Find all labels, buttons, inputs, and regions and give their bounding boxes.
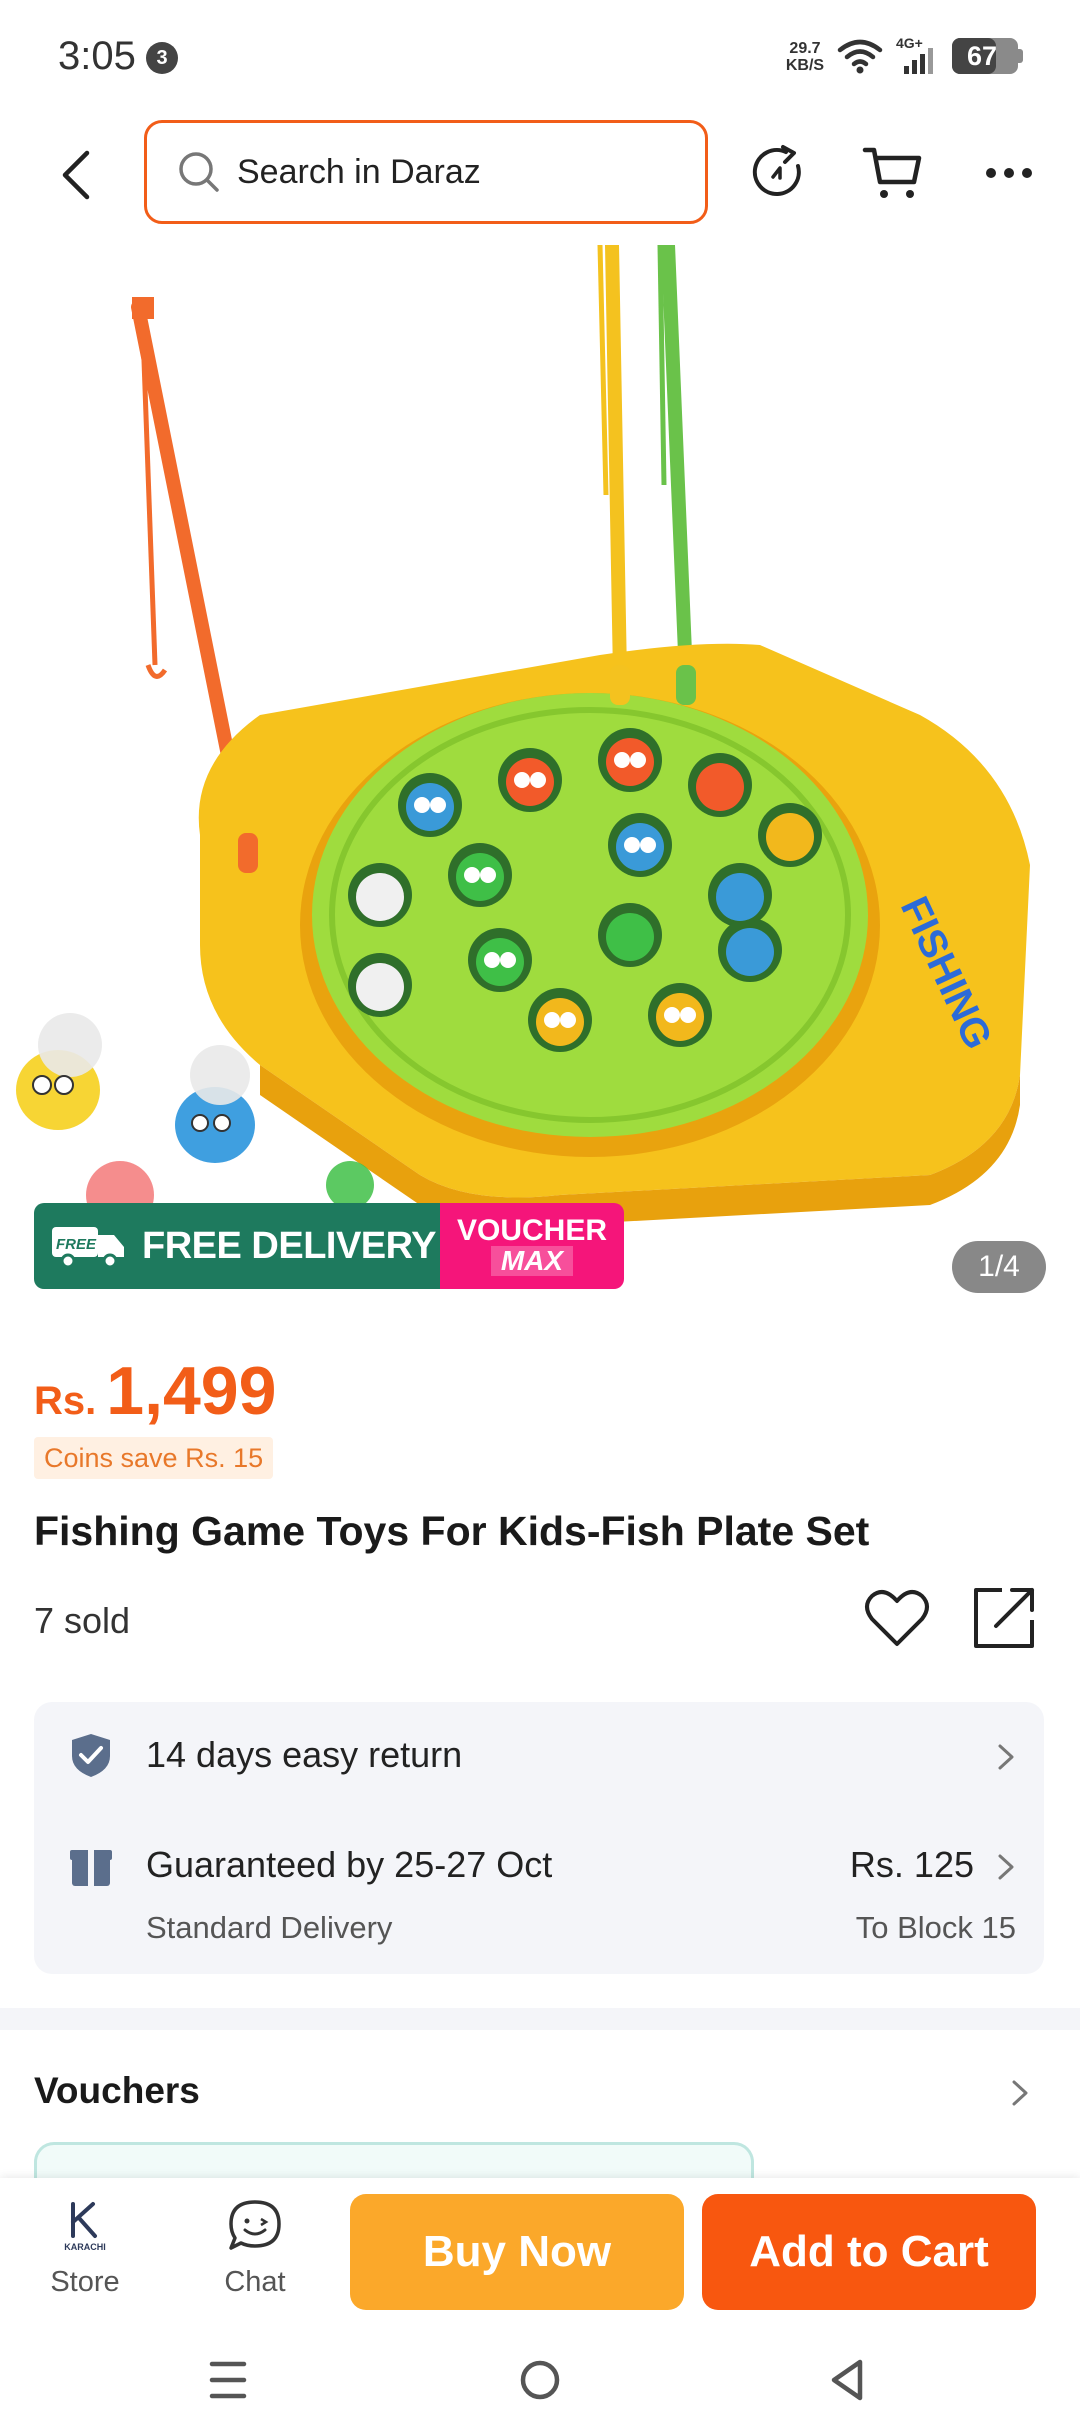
voucher-max-badge: VOUCHER MAX <box>440 1203 624 1289</box>
battery-indicator: 67 <box>952 38 1018 74</box>
voucher-max-line2: MAX <box>490 1246 574 1276</box>
delivery-info-card: 14 days easy return Guaranteed by 25-27 … <box>34 1702 1044 1974</box>
chevron-right-icon[interactable] <box>1010 2078 1030 2108</box>
battery-level: 67 <box>966 41 998 71</box>
recent-apps-icon[interactable] <box>198 2352 258 2408</box>
chevron-right-icon <box>998 1744 1014 1770</box>
return-policy-text: 14 days easy return <box>146 1734 463 1775</box>
return-policy-row[interactable]: 14 days easy return <box>34 1702 1044 1812</box>
green-rod-base <box>676 665 696 705</box>
price-currency: Rs. <box>34 1379 97 1423</box>
image-counter: 1/4 <box>952 1241 1046 1293</box>
free-tag: FREE <box>56 1236 97 1253</box>
store-label: Store <box>50 2266 120 2298</box>
shield-check-icon <box>72 1734 110 1777</box>
free-delivery-badge: FREE FREE DELIVERY <box>34 1203 440 1289</box>
history-button[interactable] <box>744 138 814 208</box>
cellular-signal-icon: 4G+ <box>896 35 942 81</box>
bottom-action-bar: KARACHI Store Chat Buy Now Add to Cart <box>0 2178 1080 2324</box>
product-image-carousel[interactable]: FISHING FREE FREE DELIVERY VOUCHER MAX 1… <box>0 245 1080 1323</box>
share-button[interactable] <box>972 1584 1038 1650</box>
battery-tip <box>1018 49 1023 63</box>
shopping-cart-icon <box>862 147 922 198</box>
network-speed-value: 29.7 <box>789 40 821 57</box>
search-input[interactable]: Search in Daraz <box>144 120 708 224</box>
network-speed: 29.7 KB/S <box>780 40 830 74</box>
network-speed-unit: KB/S <box>785 57 825 74</box>
back-button[interactable] <box>46 140 106 210</box>
shipping-fee: Rs. 125 <box>849 1844 974 1885</box>
coins-save-tag: Coins save Rs. 15 <box>34 1437 274 1479</box>
home-icon[interactable] <box>510 2352 570 2408</box>
wishlist-button[interactable] <box>864 1588 930 1650</box>
add-to-cart-button[interactable]: Add to Cart <box>702 2194 1036 2310</box>
price-value: 1,499 <box>106 1353 277 1429</box>
chevron-right-icon <box>998 1854 1014 1880</box>
heart-icon <box>865 1590 929 1646</box>
yellow-rod-base <box>610 665 630 705</box>
search-icon <box>177 150 221 194</box>
price: Rs. 1,499 <box>34 1352 276 1430</box>
search-placeholder: Search in Daraz <box>237 152 481 191</box>
product-image: FISHING <box>16 245 1030 1229</box>
product-title: Fishing Game Toys For Kids-Fish Plate Se… <box>34 1508 870 1554</box>
notification-count-badge: 3 <box>146 42 178 74</box>
chat-button[interactable]: Chat <box>200 2196 310 2316</box>
vouchers-section-title[interactable]: Vouchers <box>34 2070 200 2112</box>
delivery-type-text: Standard Delivery <box>146 1910 393 1945</box>
status-time: 3:05 <box>58 34 136 78</box>
store-button[interactable]: KARACHI Store <box>30 2196 140 2316</box>
chat-bubble-icon <box>229 2200 281 2250</box>
shipping-destination: To Block 15 <box>855 1910 1016 1945</box>
status-bar: 3:05 3 29.7 KB/S 4G+ 67 <box>0 0 1080 110</box>
voucher-max-line1: VOUCHER <box>456 1214 607 1247</box>
top-app-bar: Search in Daraz <box>0 110 1080 240</box>
promo-badges: FREE FREE DELIVERY VOUCHER MAX <box>34 1203 624 1289</box>
share-icon <box>974 1588 1034 1648</box>
store-logo-icon: KARACHI <box>64 2202 106 2252</box>
more-options-button[interactable] <box>974 138 1044 208</box>
more-dots-icon <box>986 168 1032 178</box>
green-fishing-rod <box>657 245 693 684</box>
gift-box-icon <box>70 1850 112 1886</box>
free-delivery-label: FREE DELIVERY <box>142 1224 437 1267</box>
orange-rod-base <box>238 833 258 873</box>
refresh-history-icon <box>752 145 801 196</box>
yellow-fishing-rod <box>597 245 627 682</box>
store-logo-text: KARACHI <box>64 2242 106 2252</box>
system-navigation-bar <box>0 2324 1080 2436</box>
sold-count: 7 sold <box>34 1600 131 1641</box>
delivery-row[interactable] <box>34 1812 1044 1974</box>
chevron-left-icon <box>62 150 90 200</box>
delivery-truck-icon: FREE <box>52 1227 124 1269</box>
chat-label: Chat <box>224 2266 286 2298</box>
buy-now-button[interactable]: Buy Now <box>350 2194 684 2310</box>
wifi-icon <box>837 39 883 74</box>
network-type: 4G+ <box>896 36 923 51</box>
section-divider <box>0 2008 1080 2030</box>
cart-button[interactable] <box>858 138 928 208</box>
back-triangle-icon[interactable] <box>818 2352 878 2408</box>
delivery-guarantee-text: Guaranteed by 25-27 Oct <box>146 1844 553 1885</box>
